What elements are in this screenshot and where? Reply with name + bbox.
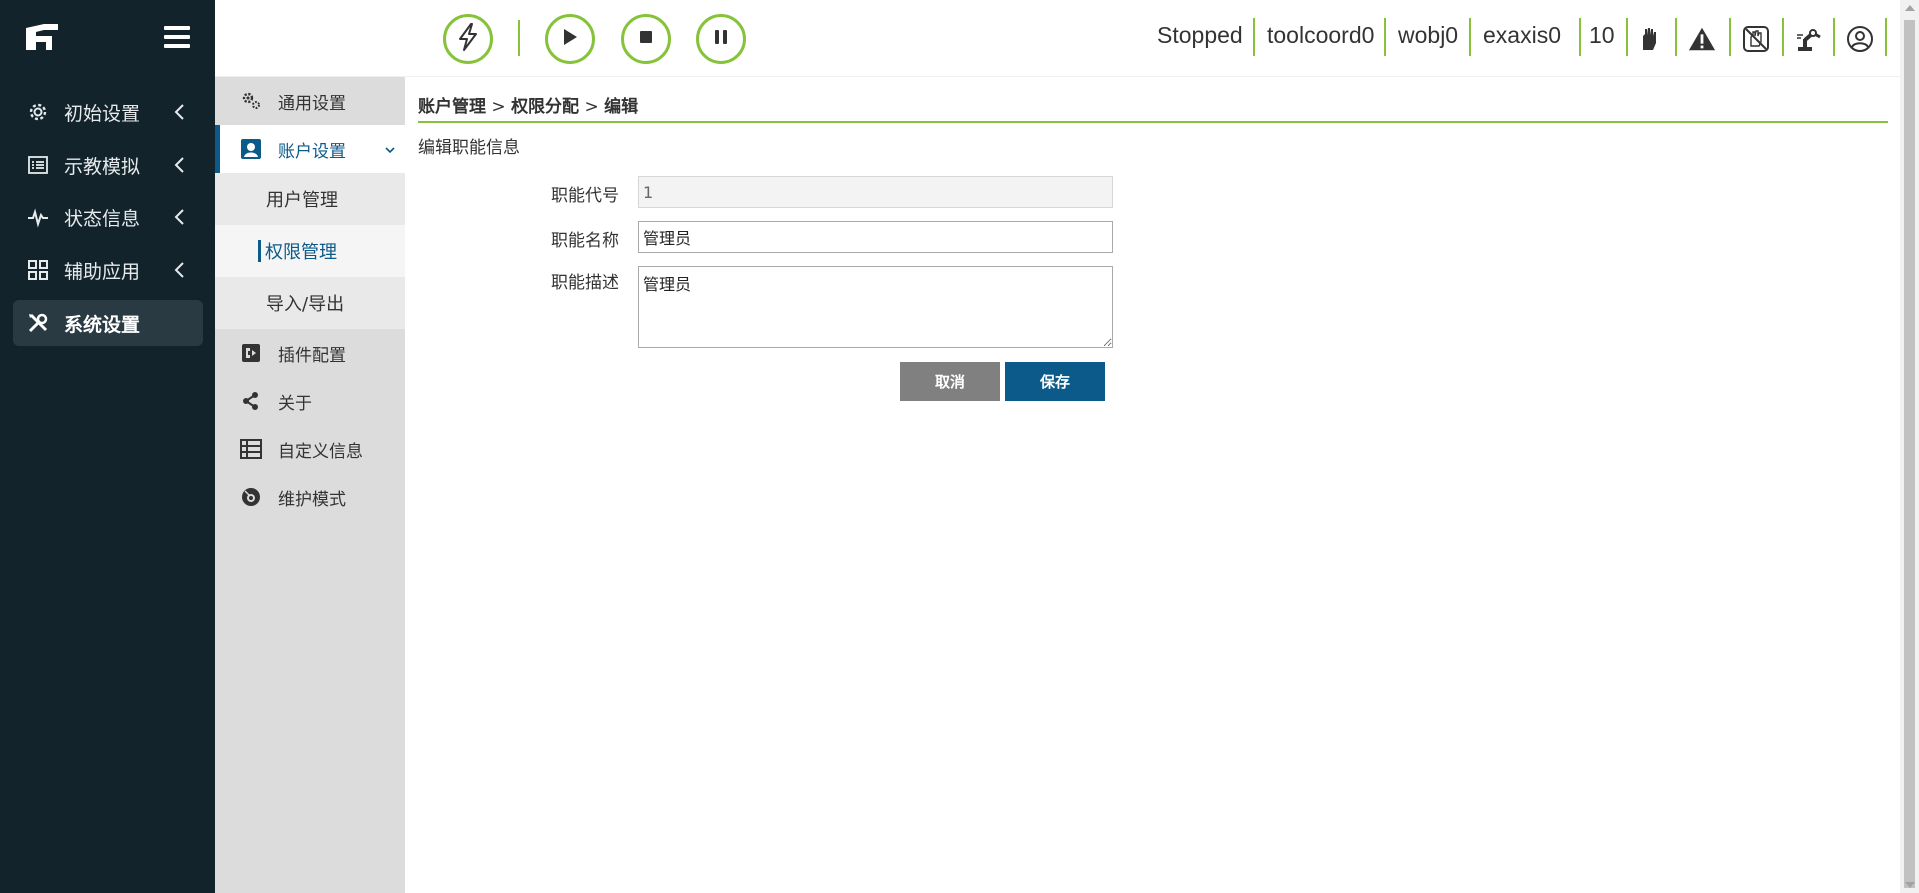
breadcrumb: 账户管理 > 权限分配 > 编辑 [418,92,638,117]
grid-icon [26,258,50,282]
submenu-label: 插件配置 [278,345,346,366]
maintenance-icon [240,486,262,508]
stop-icon [637,28,655,50]
cancel-button[interactable]: 取消 [900,362,1000,401]
submenu-child-label: 用户管理 [266,190,338,211]
user-account-icon[interactable] [1846,24,1874,54]
nav-item-label: 辅助应用 [64,260,141,283]
submenu-general-settings[interactable]: 通用设置 [215,77,405,125]
submenu-custom-info[interactable]: 自定义信息 [215,425,405,473]
submenu-label: 自定义信息 [278,441,363,462]
list-icon [26,153,50,177]
separator [518,20,520,56]
role-description-textarea[interactable]: 管理员 [638,266,1113,348]
robot-status-text: Stopped [1157,22,1243,48]
submenu-label: 关于 [278,393,312,414]
nav-item-label: 示教模拟 [64,155,141,178]
nav-item-label: 状态信息 [64,207,141,230]
breadcrumb-edit: 编辑 [604,97,639,117]
stop-button[interactable] [621,14,671,64]
submenu-label: 维护模式 [278,489,346,510]
pulse-icon [26,205,50,229]
submenu-child-label: 权限管理 [265,242,337,263]
warning-icon[interactable] [1688,24,1716,54]
play-icon [560,26,580,52]
separator [1253,18,1255,56]
pause-icon [712,28,730,50]
breadcrumb-divider [418,121,1888,123]
scroll-up-arrow-icon[interactable] [1905,5,1915,11]
chevron-left-icon [169,206,191,228]
work-object-text[interactable]: wobj0 [1398,22,1458,49]
top-toolbar: Stopped toolcoord0 wobj0 exaxis0 10 [215,0,1900,77]
nav-item-system-settings[interactable]: 系统设置 [13,300,203,346]
menu-toggle-button[interactable] [164,26,190,48]
chevron-left-icon [169,101,191,123]
plugin-icon [240,342,262,364]
nav-item-status-info[interactable]: 状态信息 [13,194,203,240]
chevron-left-icon [169,154,191,176]
enable-button[interactable] [443,14,493,64]
submenu-permission-management[interactable]: 权限管理 [215,225,405,277]
run-button[interactable] [545,14,595,64]
hand-icon[interactable] [1635,24,1663,54]
submenu-user-management[interactable]: 用户管理 [215,173,405,225]
submenu-import-export[interactable]: 导入/导出 [215,277,405,329]
submenu-account-settings[interactable]: 账户设置 [215,125,405,173]
gear-icon [26,100,50,124]
separator [1626,18,1628,56]
submenu-label: 账户设置 [278,141,346,162]
page-scrollbar[interactable] [1900,0,1919,893]
scroll-down-arrow-icon[interactable] [1905,882,1915,888]
separator [1675,18,1677,56]
settings-submenu: 通用设置 账户设置 用户管理 权限管理 导入/导出 插件配置 关于 自定义信息 … [215,77,405,893]
submenu-plugin-config[interactable]: 插件配置 [215,329,405,377]
pause-button[interactable] [696,14,746,64]
tools-icon [26,311,50,335]
nav-item-aux-apps[interactable]: 辅助应用 [13,247,203,293]
drag-teach-icon[interactable] [1742,24,1770,54]
breadcrumb-account-management[interactable]: 账户管理 [418,97,486,117]
breadcrumb-permission-assignment[interactable]: 权限分配 [511,97,579,117]
nav-item-teach-simulation[interactable]: 示教模拟 [13,142,203,188]
nav-item-label: 初始设置 [64,102,141,125]
separator [1469,18,1471,56]
separator [1885,18,1887,56]
lightning-icon [456,23,480,55]
save-button[interactable]: 保存 [1005,362,1105,401]
separator [1729,18,1731,56]
tool-coord-text[interactable]: toolcoord0 [1267,22,1374,49]
role-code-label: 职能代号 [551,186,619,206]
nav-item-initial-settings[interactable]: 初始设置 [13,89,203,135]
page-title: 编辑职能信息 [418,138,520,158]
submenu-label: 通用设置 [278,93,346,114]
breadcrumb-separator: > [486,97,512,117]
active-indicator [258,240,261,262]
user-badge-icon [240,138,262,160]
scroll-thumb[interactable] [1904,20,1915,888]
submenu-child-label: 导入/导出 [266,294,345,315]
nav-item-label: 系统设置 [64,313,141,336]
role-name-input[interactable] [638,221,1113,253]
role-code-input[interactable] [638,176,1113,208]
chevron-down-icon [383,142,397,156]
gears-icon [240,90,262,112]
separator [1579,18,1581,56]
robot-arm-icon[interactable] [1795,24,1823,54]
role-description-label: 职能描述 [551,273,619,293]
speed-text[interactable]: 10 [1589,22,1615,49]
chevron-left-icon [169,259,191,281]
separator [1782,18,1784,56]
brand-logo [22,22,62,54]
role-name-label: 职能名称 [551,231,619,251]
breadcrumb-separator: > [579,97,605,117]
main-sidebar: 初始设置 示教模拟 状态信息 辅助应用 系统设置 [0,0,215,893]
separator [1833,18,1835,56]
share-icon [240,390,262,412]
submenu-maintenance-mode[interactable]: 维护模式 [215,473,405,521]
table-icon [240,438,262,460]
ext-axis-text[interactable]: exaxis0 [1483,22,1561,49]
separator [1384,18,1386,56]
submenu-about[interactable]: 关于 [215,377,405,425]
